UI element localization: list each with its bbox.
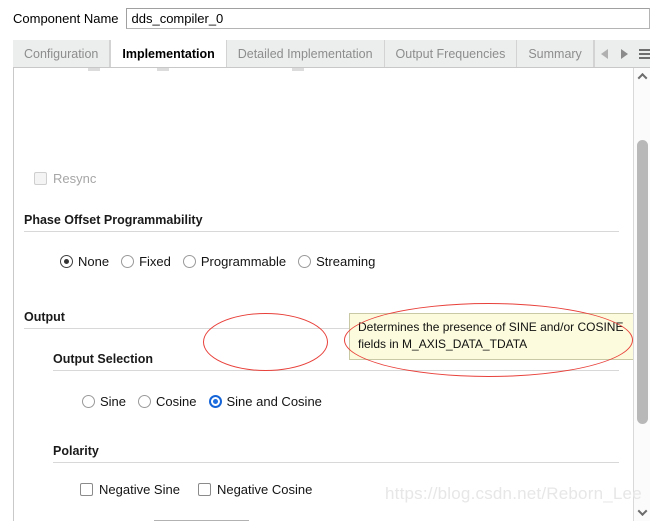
tab-prev-button[interactable] [595, 41, 615, 67]
resync-checkbox[interactable]: Resync [34, 171, 96, 186]
tab-summary[interactable]: Summary [517, 40, 594, 67]
chevron-down-icon [637, 506, 648, 517]
component-name-row: Component Name dds_compiler_0 [0, 0, 650, 36]
checkbox-negative-sine[interactable]: Negative Sine [80, 482, 180, 497]
polarity-divider [53, 462, 619, 463]
checkbox-label: Negative Cosine [216, 482, 313, 497]
tab-configuration[interactable]: Configuration [13, 40, 111, 67]
radio-button-icon [82, 395, 95, 408]
checkbox-box-icon [197, 483, 211, 496]
radio-phase-offset-none[interactable]: None [60, 254, 109, 269]
radio-button-icon [208, 395, 222, 408]
radio-label: Cosine [156, 394, 197, 409]
radio-output-sine[interactable]: Sine [82, 394, 126, 409]
component-name-label: Component Name [13, 10, 119, 26]
radio-label: Programmable [200, 254, 287, 269]
radio-label: Streaming [316, 254, 376, 269]
dds-compiler-config-window: Component Name dds_compiler_0 Configurat… [0, 0, 650, 521]
vertical-scrollbar[interactable] [633, 68, 650, 521]
chevron-up-icon [637, 72, 648, 83]
output-selection-tooltip: Determines the presence of SINE and/or C… [349, 313, 634, 360]
resync-label: Resync [53, 171, 97, 186]
tab-nav-controls [593, 40, 650, 67]
output-selection-divider [53, 370, 619, 371]
phase-offset-radio-group: None Fixed Programmable Streaming [60, 254, 375, 269]
polarity-checkbox-group: Negative Sine Negative Cosine [80, 482, 312, 497]
phase-offset-heading: Phase Offset Programmability [24, 213, 203, 227]
checkbox-label: Negative Sine [99, 482, 180, 497]
tab-next-button[interactable] [615, 41, 635, 67]
radio-phase-offset-fixed[interactable]: Fixed [121, 254, 171, 269]
implementation-panel: Resync Phase Offset Programmability None… [13, 68, 650, 521]
output-selection-radio-group: Sine Cosine Sine and Cosine [82, 394, 322, 409]
tooltip-line-1: Determines the presence of SINE and/or C… [358, 320, 624, 334]
component-name-input[interactable]: dds_compiler_0 [125, 7, 650, 29]
checkbox-box-icon [80, 483, 93, 496]
output-selection-heading: Output Selection [53, 352, 153, 366]
radio-output-sine-and-cosine[interactable]: Sine and Cosine [208, 394, 322, 409]
triangle-right-icon [621, 48, 629, 59]
scroll-down-button[interactable] [634, 504, 650, 521]
tab-menu-button[interactable] [635, 41, 650, 67]
radio-label: None [78, 254, 110, 269]
hamburger-menu-icon [638, 47, 650, 61]
tooltip-line-2: fields in M_AXIS_DATA_TDATA [358, 337, 528, 351]
radio-button-icon [138, 395, 152, 408]
checkbox-box-icon [34, 172, 47, 185]
panel-content: Resync Phase Offset Programmability None… [14, 68, 634, 521]
phase-offset-divider [24, 231, 619, 232]
tab-output-frequencies[interactable]: Output Frequencies [384, 40, 518, 67]
radio-output-cosine[interactable]: Cosine [138, 394, 197, 409]
radio-button-icon [60, 255, 73, 268]
radio-button-icon [121, 255, 135, 268]
scroll-up-button[interactable] [634, 68, 650, 85]
polarity-heading: Polarity [53, 444, 99, 458]
tab-detailed-implementation[interactable]: Detailed Implementation [226, 40, 385, 67]
radio-label: Sine [100, 394, 127, 409]
tab-strip: Configuration Implementation Detailed Im… [13, 40, 650, 68]
scrollbar-thumb[interactable] [637, 140, 648, 424]
radio-label: Sine and Cosine [226, 394, 322, 409]
radio-phase-offset-programmable[interactable]: Programmable [182, 254, 287, 269]
radio-phase-offset-streaming[interactable]: Streaming [298, 254, 375, 269]
radio-label: Fixed [139, 254, 171, 269]
radio-button-icon [182, 255, 196, 268]
scrolled-row-artifacts [14, 68, 633, 73]
radio-button-icon [298, 255, 312, 268]
output-heading: Output [24, 310, 65, 324]
tab-implementation[interactable]: Implementation [110, 40, 227, 67]
triangle-left-icon [601, 48, 609, 59]
checkbox-negative-cosine[interactable]: Negative Cosine [197, 482, 313, 497]
